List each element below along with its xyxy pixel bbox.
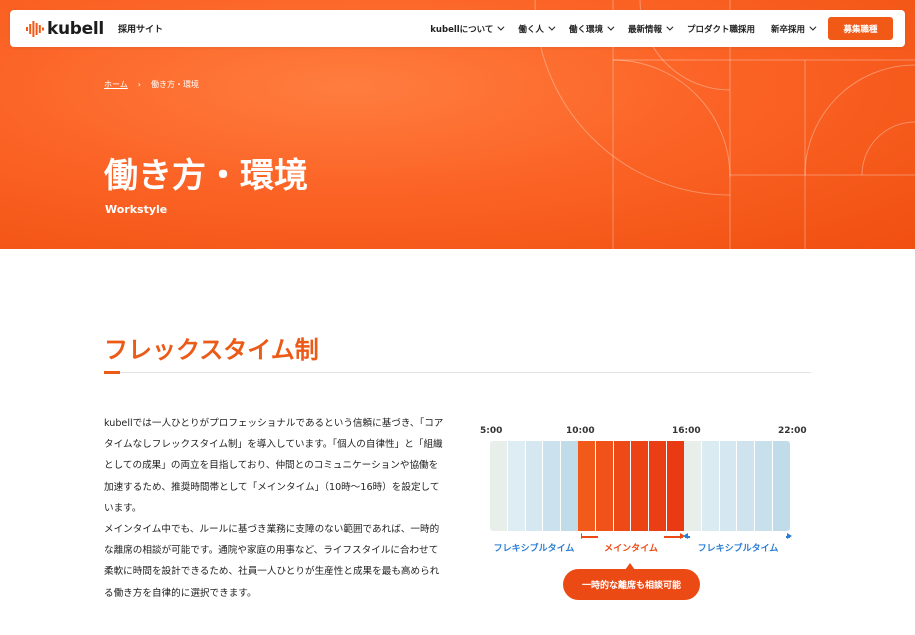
nav-item-label: プロダクト職採用 <box>686 24 755 35</box>
logo-link[interactable]: kubell <box>26 19 104 39</box>
breadcrumb-separator: › <box>137 80 141 89</box>
flex-time-bar-left <box>490 441 578 531</box>
section-title: フレックスタイム制 <box>104 336 319 364</box>
flex-time-bar-right <box>684 441 790 531</box>
hour-segment <box>578 441 596 531</box>
breadcrumb: ホーム › 働き方・環境 <box>104 79 199 90</box>
tick-label: 22:00 <box>778 426 807 436</box>
main-time-bar <box>578 441 684 531</box>
hour-segment <box>543 441 562 531</box>
hour-segment <box>507 441 526 531</box>
absence-note-badge: 一時的な離席も相談可能 <box>563 563 700 600</box>
hour-segment <box>773 441 790 531</box>
body-paragraph: kubellでは一人ひとりがプロフェッショナルであるという信頼に基づき、「コアタ… <box>104 418 444 514</box>
page-subtitle: Workstyle <box>105 203 168 216</box>
chevron-down-icon <box>809 23 817 31</box>
nav-item-product-recruiting[interactable]: プロダクト職採用 <box>687 23 755 35</box>
tick-label: 5:00 <box>480 426 503 436</box>
site-label: 採用サイト <box>117 25 163 35</box>
site-header: kubell 採用サイト kubellについて 働く人 働く環境 最新情報 プロ… <box>10 10 905 47</box>
nav-item-label: 新卒採用 <box>770 24 805 35</box>
hour-segment <box>613 441 632 531</box>
hour-segment <box>649 441 668 531</box>
job-openings-button[interactable]: 募集職種 <box>828 17 893 40</box>
nav-item-label: kubellについて <box>430 24 494 35</box>
section-body: kubellでは一人ひとりがプロフェッショナルであるという信頼に基づき、「コアタ… <box>104 413 444 604</box>
hour-segment <box>667 441 684 531</box>
nav-item-about[interactable]: kubellについて <box>430 23 505 35</box>
nav-item-label: 働く環境 <box>568 24 603 35</box>
nav-item-environment[interactable]: 働く環境 <box>568 23 615 35</box>
chevron-down-icon <box>548 23 556 31</box>
logo-mark-icon <box>26 20 44 37</box>
hour-segment <box>755 441 774 531</box>
tick-label: 16:00 <box>672 426 701 436</box>
chevron-down-icon <box>607 23 615 31</box>
nav-item-label: 働く人 <box>518 24 544 35</box>
hour-segment <box>561 441 578 531</box>
chevron-down-icon <box>497 23 505 31</box>
nav-item-people[interactable]: 働く人 <box>518 23 556 35</box>
nav-item-new-graduate[interactable]: 新卒採用 <box>770 23 817 35</box>
main-nav: kubellについて 働く人 働く環境 最新情報 プロダクト職採用 新卒採用 <box>414 23 817 35</box>
hour-segment <box>701 441 720 531</box>
hour-segment <box>719 441 738 531</box>
hour-segment <box>490 441 508 531</box>
chevron-down-icon <box>666 23 674 31</box>
body-paragraph: メインタイム中でも、ルールに基づき業務に支障のない範囲であれば、一時的な離席の相… <box>104 524 440 599</box>
breadcrumb-home-link[interactable]: ホーム <box>104 79 128 90</box>
flex-time-label: フレキシブルタイム <box>697 544 779 554</box>
hour-segment <box>595 441 614 531</box>
tick-label: 10:00 <box>566 426 595 436</box>
logo-text: kubell <box>47 18 104 39</box>
hour-segment <box>737 441 756 531</box>
section-divider <box>104 372 811 373</box>
breadcrumb-current: 働き方・環境 <box>150 80 199 89</box>
hour-segment <box>525 441 544 531</box>
flex-time-label: フレキシブルタイム <box>493 544 575 554</box>
nav-item-news[interactable]: 最新情報 <box>627 23 674 35</box>
main-time-label: メインタイム <box>604 544 658 554</box>
hour-segment <box>684 441 702 531</box>
page-title: 働き方・環境 <box>104 156 308 196</box>
section-divider-accent <box>104 371 120 374</box>
nav-item-label: 最新情報 <box>627 24 662 35</box>
hour-segment <box>631 441 650 531</box>
flextime-diagram: 5:00 10:00 16:00 22:00 フレキシブルタイム メインタイム … <box>480 422 810 602</box>
